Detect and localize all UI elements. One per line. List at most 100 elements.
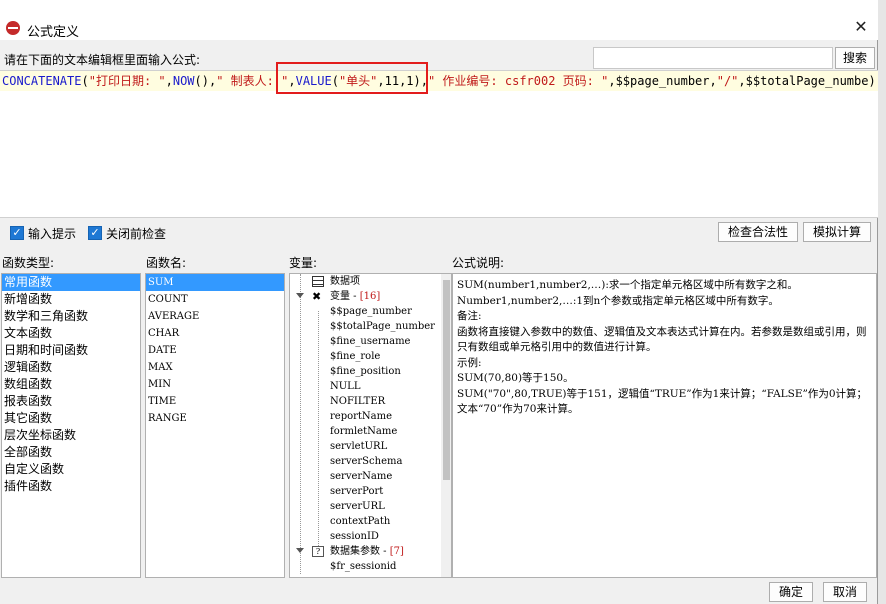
function-type-item[interactable]: 自定义函数	[2, 461, 140, 478]
tree-leaf-variable[interactable]: serverURL	[290, 499, 440, 514]
tree-leaf-variable[interactable]: reportName	[290, 409, 440, 424]
tree-leaf-variable[interactable]: servletURL	[290, 439, 440, 454]
title-bar: 公式定义 ✕	[0, 0, 878, 40]
formula-token: NOW	[172, 74, 195, 88]
tree-node-label: 数据集参数 - [7]	[330, 546, 404, 557]
function-type-item[interactable]: 常用函数	[2, 274, 140, 291]
function-name-item[interactable]: AVERAGE	[146, 308, 284, 325]
description-label: 公式说明:	[452, 256, 505, 270]
variables-scrollbar[interactable]	[441, 274, 451, 577]
description-line: SUM(number1,number2,…):求一个指定单元格区域中所有数字之和…	[457, 279, 798, 291]
tree-node-label: NOFILTER	[330, 396, 386, 407]
function-type-item[interactable]: 逻辑函数	[2, 359, 140, 376]
formula-token: ,	[165, 74, 173, 88]
formula-token: "/"	[716, 74, 739, 88]
function-name-item[interactable]: COUNT	[146, 291, 284, 308]
tree-node-label: contextPath	[330, 516, 391, 527]
search-button[interactable]: 搜索	[835, 47, 875, 69]
tree-node-dataset-params[interactable]: ? 数据集参数 - [7]	[290, 544, 440, 559]
scrollbar-thumb[interactable]	[443, 280, 450, 480]
annotation-highlight-box	[276, 62, 428, 94]
tree-node-data-item[interactable]: 数据项	[290, 274, 440, 289]
formula-token: ,$$totalPage_numbe)	[738, 74, 876, 88]
function-name-item[interactable]: MIN	[146, 376, 284, 393]
tree-leaf-variable[interactable]: serverName	[290, 469, 440, 484]
data-item-icon	[312, 276, 324, 287]
tree-leaf-variable[interactable]: $fine_role	[290, 349, 440, 364]
tree-node-variables[interactable]: ✖ 变量 - [16]	[290, 289, 440, 304]
tree-node-label: serverName	[330, 471, 393, 482]
function-type-item[interactable]: 层次坐标函数	[2, 427, 140, 444]
dataset-params-icon: ?	[312, 546, 324, 557]
expand-toggle-icon[interactable]	[296, 548, 304, 553]
ok-button[interactable]: 确定	[769, 582, 813, 602]
function-name-item[interactable]: DATE	[146, 342, 284, 359]
simulate-calculation-button[interactable]: 模拟计算	[803, 222, 871, 242]
formula-token: "打印日期: "	[88, 74, 166, 88]
function-type-item[interactable]: 数学和三角函数	[2, 308, 140, 325]
check-before-close-label: 关闭前检查	[106, 226, 167, 241]
function-name-item[interactable]: TIME	[146, 393, 284, 410]
close-icon[interactable]: ✕	[848, 16, 874, 38]
tree-node-label: serverSchema	[330, 456, 403, 467]
tree-leaf-variable[interactable]: $$totalPage_number	[290, 319, 440, 334]
function-type-list[interactable]: 常用函数 新增函数 数学和三角函数 文本函数 日期和时间函数 逻辑函数 数组函数 报表函数 其它…	[1, 273, 141, 578]
formula-token: " 作业编号: csfr002 页码: "	[427, 74, 609, 88]
tree-leaf-variable[interactable]: NOFILTER	[290, 394, 440, 409]
formula-definition-dialog: 公式定义 ✕ 请在下面的文本编辑框里面输入公式: 搜索 CONCATENATE(…	[0, 0, 878, 604]
function-type-item[interactable]: 插件函数	[2, 478, 140, 495]
formula-prompt-label: 请在下面的文本编辑框里面输入公式:	[4, 53, 201, 67]
tree-leaf-variable[interactable]: serverPort	[290, 484, 440, 499]
search-input[interactable]	[593, 47, 833, 69]
tree-leaf-variable[interactable]: $fine_position	[290, 364, 440, 379]
function-name-item[interactable]: SUM	[146, 274, 284, 291]
function-type-item[interactable]: 其它函数	[2, 410, 140, 427]
function-type-item[interactable]: 文本函数	[2, 325, 140, 342]
tree-leaf-variable[interactable]: contextPath	[290, 514, 440, 529]
tree-node-label: 变量 - [16]	[330, 291, 381, 302]
cancel-button[interactable]: 取消	[823, 582, 867, 602]
description-line: 函数将直接键入参数中的数值、逻辑值及文本表达式计算在内。若参数是数组或引用，则只…	[457, 325, 867, 354]
function-type-item[interactable]: 全部函数	[2, 444, 140, 461]
tree-leaf-variable[interactable]: formletName	[290, 424, 440, 439]
function-type-item[interactable]: 报表函数	[2, 393, 140, 410]
tree-leaf-variable[interactable]: $$page_number	[290, 304, 440, 319]
tree-leaf-variable[interactable]: serverSchema	[290, 454, 440, 469]
formula-editor[interactable]: CONCATENATE("打印日期: ",NOW()," 制表人: ",VALU…	[0, 70, 878, 218]
input-hint-option[interactable]: ✓ 输入提示	[10, 224, 76, 242]
function-name-item[interactable]: CHAR	[146, 325, 284, 342]
check-before-close-checkbox[interactable]: ✓	[88, 226, 102, 240]
function-name-item[interactable]: RANGE	[146, 410, 284, 427]
window-title: 公式定义	[27, 25, 80, 40]
check-validity-button[interactable]: 检查合法性	[718, 222, 798, 242]
description-line: SUM(70,80)等于150。	[457, 372, 574, 384]
description-line: 示例:	[457, 356, 482, 369]
input-hint-checkbox[interactable]: ✓	[10, 226, 24, 240]
function-type-item[interactable]: 新增函数	[2, 291, 140, 308]
variables-tree[interactable]: 数据项 ✖ 变量 - [16] $$page_number $$totalPage_nu…	[289, 273, 452, 578]
tree-node-label: servletURL	[330, 441, 388, 452]
tree-leaf-variable[interactable]: NULL	[290, 379, 440, 394]
tree-leaf-variable[interactable]: $fine_username	[290, 334, 440, 349]
function-name-item[interactable]: MAX	[146, 359, 284, 376]
function-name-list[interactable]: SUM COUNT AVERAGE CHAR DATE MAX MIN TIME RANGE	[145, 273, 285, 578]
input-hint-label: 输入提示	[28, 226, 77, 241]
variables-label: 变量:	[289, 256, 318, 270]
tree-leaf-variable[interactable]: sessionID	[290, 529, 440, 544]
check-before-close-option[interactable]: ✓ 关闭前检查	[88, 224, 166, 242]
function-type-item[interactable]: 日期和时间函数	[2, 342, 140, 359]
expand-toggle-icon[interactable]	[296, 293, 304, 298]
tree-node-label: serverPort	[330, 486, 384, 497]
tree-leaf-dataset-param[interactable]: $fr_sessionid	[290, 559, 440, 574]
tree-node-label: $$totalPage_number	[330, 321, 435, 332]
formula-text-line[interactable]: CONCATENATE("打印日期: ",NOW()," 制表人: ",VALU…	[0, 71, 878, 91]
tree-node-label: formletName	[330, 426, 398, 437]
tree-node-label: sessionID	[330, 531, 379, 542]
formula-token: (),	[194, 74, 217, 88]
tree-node-label: serverURL	[330, 501, 385, 512]
function-type-item[interactable]: 数组函数	[2, 376, 140, 393]
description-line: 备注:	[457, 310, 482, 322]
tree-node-label: $fr_sessionid	[330, 561, 397, 572]
app-logo-icon	[6, 21, 20, 35]
function-name-label: 函数名:	[146, 256, 187, 270]
